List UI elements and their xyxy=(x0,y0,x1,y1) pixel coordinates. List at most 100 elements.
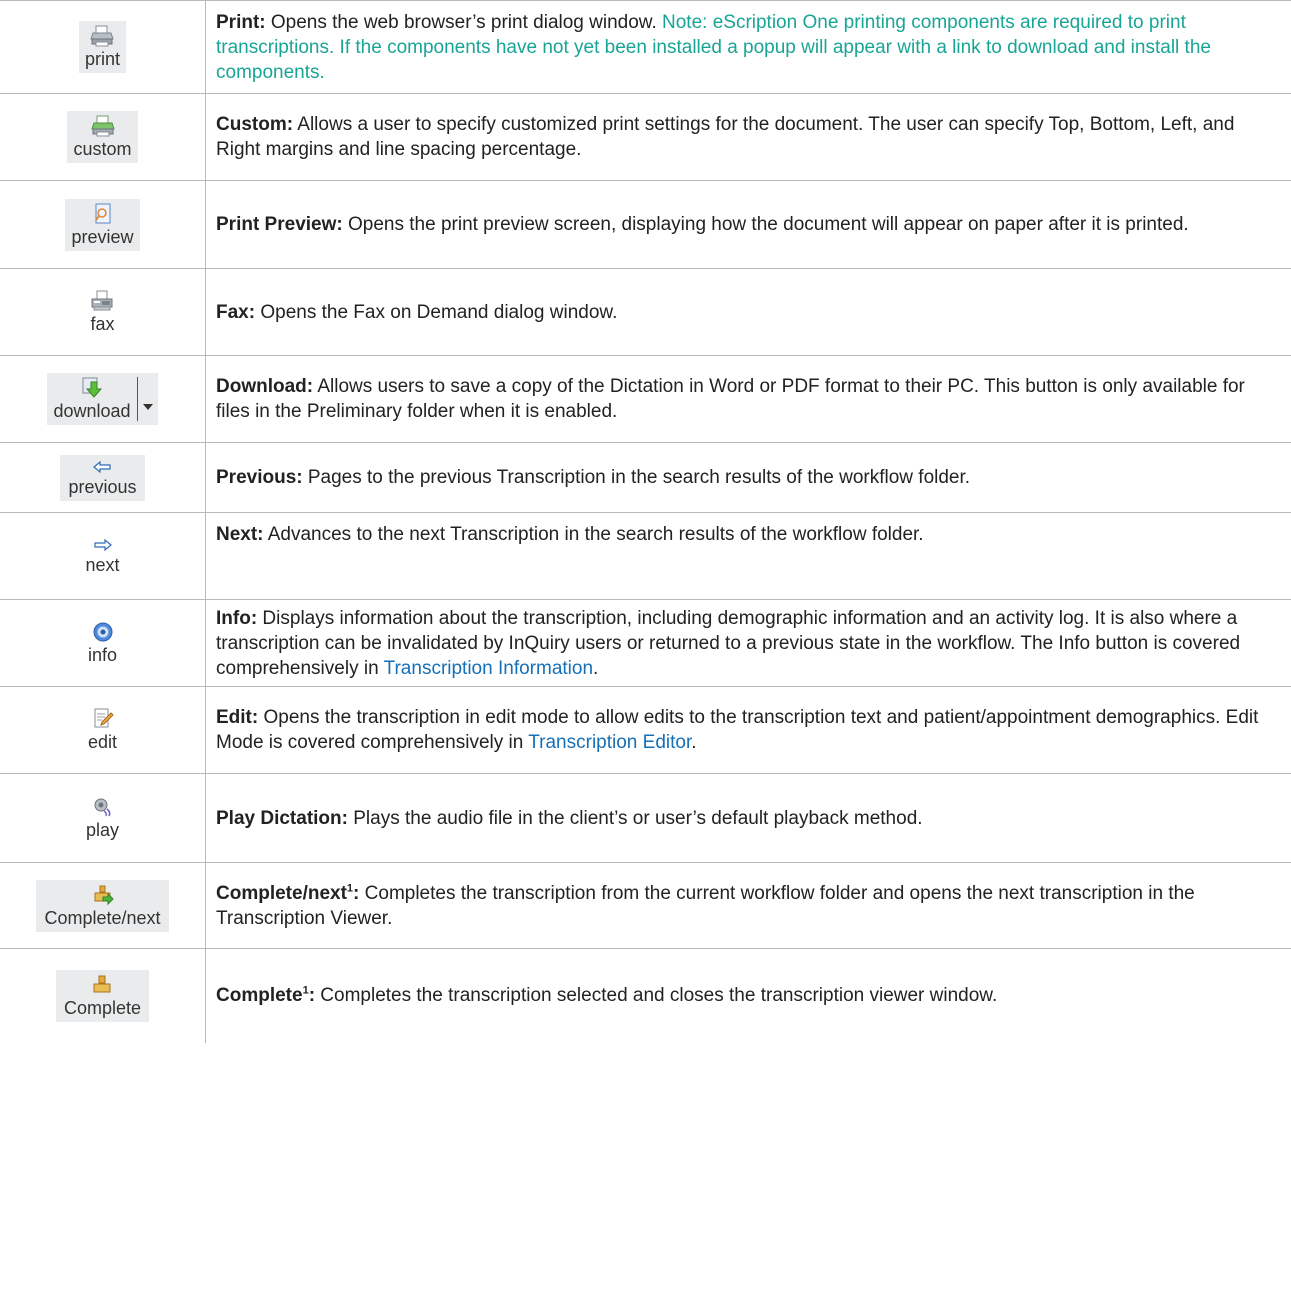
info-button[interactable]: info xyxy=(82,617,123,669)
icon-cell: info xyxy=(0,599,206,687)
next-button-label: next xyxy=(85,555,120,575)
description-cell: Complete/next1: Completes the transcript… xyxy=(205,862,1291,949)
description-cell: Print: Opens the web browser’s print dia… xyxy=(205,0,1291,94)
table-row: Complete/next Complete/next1: Completes … xyxy=(0,862,1291,949)
preview-button[interactable]: preview xyxy=(65,198,140,251)
description-cell: Custom: Allows a user to specify customi… xyxy=(205,93,1291,181)
item-title: Info: xyxy=(216,607,258,629)
table-row: fax Fax: Opens the Fax on Demand dialog … xyxy=(0,268,1291,356)
icon-cell: download xyxy=(0,355,206,443)
complete-icon xyxy=(90,974,114,996)
item-title: Previous: xyxy=(216,467,303,488)
item-period: . xyxy=(593,657,599,679)
complete-button[interactable]: Complete xyxy=(55,969,150,1022)
print-button[interactable]: print xyxy=(78,21,126,73)
description-cell: Download: Allows users to save a copy of… xyxy=(205,355,1291,443)
preview-button-label: preview xyxy=(71,226,134,247)
icon-cell: Complete xyxy=(0,948,206,1043)
preview-icon xyxy=(91,203,115,225)
chevron-down-icon xyxy=(142,404,153,410)
table-row: custom Custom: Allows a user to specify … xyxy=(0,93,1291,181)
transcription-editor-link[interactable]: Transcription Editor xyxy=(528,732,691,753)
fax-icon xyxy=(90,290,114,312)
description-cell: Edit: Opens the transcription in edit mo… xyxy=(205,686,1291,774)
item-title: Download: xyxy=(216,376,314,397)
description-cell: Next: Advances to the next Transcription… xyxy=(205,512,1291,600)
item-title: Play Dictation: xyxy=(216,807,348,829)
table-row: download Download: Allows users to save … xyxy=(0,355,1291,443)
item-description: Completes the transcription selected and… xyxy=(315,985,998,1007)
custom-button-label: custom xyxy=(73,139,132,159)
item-description: Allows a user to specify customized prin… xyxy=(216,114,1235,160)
icon-cell: Complete/next xyxy=(0,862,206,949)
speaker-icon xyxy=(91,796,115,818)
item-title-text: Complete/next xyxy=(216,882,347,904)
info-button-label: info xyxy=(87,645,118,665)
play-button-label: play xyxy=(85,820,120,840)
download-icon xyxy=(80,377,104,399)
item-description: Opens the transcription in edit mode to … xyxy=(216,707,1259,753)
icon-cell: edit xyxy=(0,686,206,774)
table-row: Complete Complete1: Completes the transc… xyxy=(0,948,1291,1043)
icon-cell: fax xyxy=(0,268,206,356)
table-row: preview Print Preview: Opens the print p… xyxy=(0,180,1291,269)
item-title: Print Preview: xyxy=(216,214,343,235)
item-description: Opens the print preview screen, displayi… xyxy=(342,214,1189,235)
edit-button-label: edit xyxy=(87,732,118,752)
download-split-button[interactable]: download xyxy=(47,373,158,425)
printer-icon xyxy=(90,25,115,47)
item-description: Advances to the next Transcription in th… xyxy=(263,524,924,545)
download-button[interactable]: download xyxy=(47,373,136,425)
custom-button[interactable]: custom xyxy=(67,111,138,163)
item-period: . xyxy=(319,61,325,83)
complete-next-button[interactable]: Complete/next xyxy=(36,879,169,932)
previous-button[interactable]: previous xyxy=(60,454,145,501)
item-description: Opens the Fax on Demand dialog window. xyxy=(255,301,618,323)
complete-button-label: Complete xyxy=(63,997,142,1018)
description-cell: Info: Displays information about the tra… xyxy=(205,599,1291,687)
item-title: Fax: xyxy=(216,301,256,323)
arrow-right-icon xyxy=(91,537,115,553)
description-cell: Print Preview: Opens the print preview s… xyxy=(205,180,1291,269)
table-row: next Next: Advances to the next Transcri… xyxy=(0,512,1291,600)
download-button-label: download xyxy=(53,401,131,421)
item-title: Complete1: xyxy=(216,985,315,1006)
item-title: Next: xyxy=(216,524,264,545)
transcription-information-link[interactable]: Transcription Information xyxy=(384,658,593,679)
next-button[interactable]: next xyxy=(79,533,125,579)
icon-cell: preview xyxy=(0,180,206,269)
item-description: Displays information about the transcrip… xyxy=(216,607,1241,679)
item-description: Pages to the previous Transcription in t… xyxy=(302,467,971,488)
arrow-left-icon xyxy=(90,459,114,475)
description-cell: Complete1: Completes the transcription s… xyxy=(205,948,1291,1043)
description-cell: Fax: Opens the Fax on Demand dialog wind… xyxy=(205,268,1291,356)
edit-icon xyxy=(91,708,115,730)
fax-button[interactable]: fax xyxy=(84,286,120,338)
icon-cell: print xyxy=(0,0,206,94)
icon-cell: play xyxy=(0,773,206,863)
play-button[interactable]: play xyxy=(80,792,125,844)
edit-button[interactable]: edit xyxy=(82,704,123,756)
item-title: Custom: xyxy=(216,114,294,135)
complete-next-button-label: Complete/next xyxy=(44,907,161,928)
table-row: edit Edit: Opens the transcription in ed… xyxy=(0,686,1291,774)
dropdown-arrow[interactable] xyxy=(138,373,158,425)
table-row: previous Previous: Pages to the previous… xyxy=(0,442,1291,513)
toolbar-buttons-table: print Print: Opens the web browser’s pri… xyxy=(0,0,1291,1043)
item-period: . xyxy=(691,732,697,753)
description-cell: Previous: Pages to the previous Transcri… xyxy=(205,442,1291,513)
icon-cell: previous xyxy=(0,442,206,513)
item-title: Print: xyxy=(216,11,266,33)
print-button-label: print xyxy=(84,49,120,69)
previous-button-label: previous xyxy=(68,476,137,497)
item-title: Edit: xyxy=(216,707,259,728)
item-title-text: Complete xyxy=(216,985,303,1007)
item-description: Opens the web browser’s print dialog win… xyxy=(265,11,663,33)
item-description: Plays the audio file in the client’s or … xyxy=(347,807,923,829)
table-row: info Info: Displays information about th… xyxy=(0,599,1291,687)
icon-cell: custom xyxy=(0,93,206,181)
item-description: Completes the transcription from the cur… xyxy=(216,882,1195,929)
item-title: Complete/next1: xyxy=(216,883,359,904)
item-description: Allows users to save a copy of the Dicta… xyxy=(216,376,1245,422)
info-icon xyxy=(91,621,115,643)
